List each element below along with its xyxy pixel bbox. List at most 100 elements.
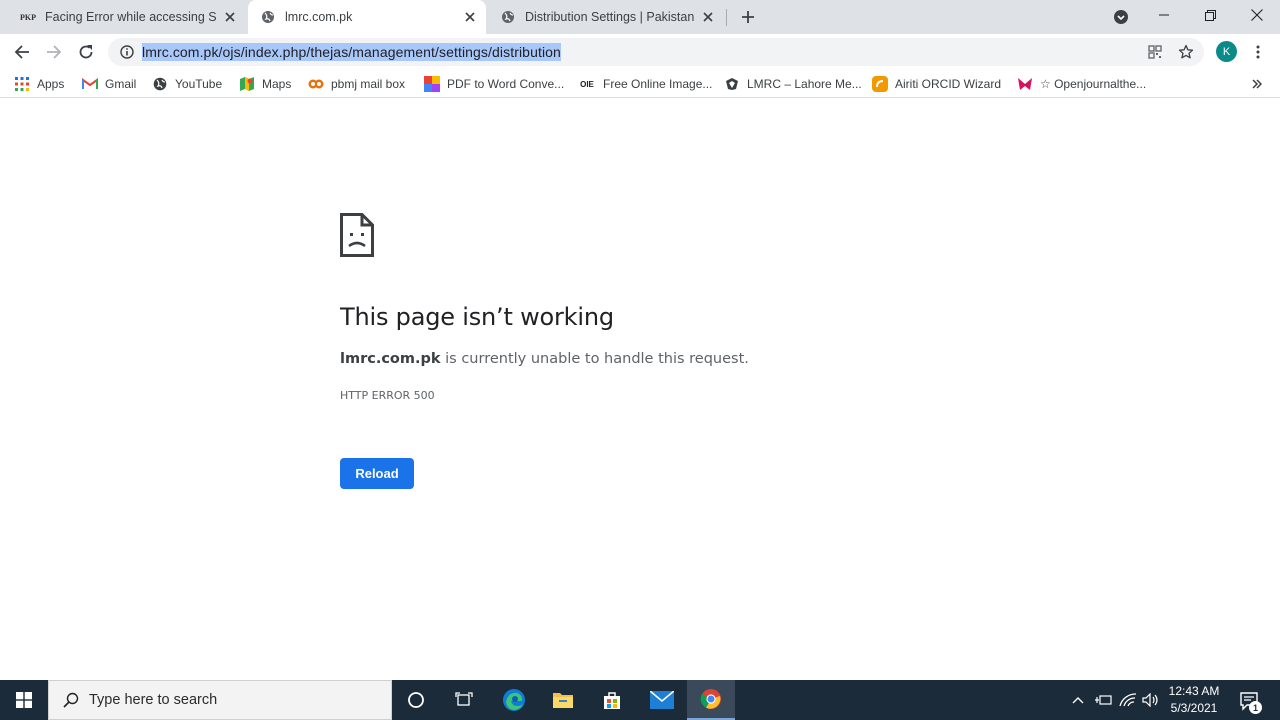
task-view-icon (455, 692, 473, 706)
bookmark-apps[interactable]: Apps (14, 75, 64, 93)
action-center-button[interactable]: 1 (1236, 688, 1262, 714)
search-icon (61, 690, 81, 710)
battery-plug-icon (1095, 695, 1112, 705)
bookmark-openjournal[interactable]: ☆ Openjournalthe... (1017, 75, 1146, 93)
error-code: HTTP ERROR 500 (340, 389, 435, 402)
clock-time: 12:43 AM (1168, 684, 1220, 698)
restore-icon (1204, 9, 1216, 21)
start-button[interactable] (0, 680, 48, 720)
bookmark-lmrc[interactable]: LMRC – Lahore Me... (724, 75, 862, 93)
gmail-icon (82, 76, 98, 92)
taskbar-search-placeholder: Type here to search (89, 692, 218, 708)
taskbar-search-box[interactable]: Type here to search (48, 680, 392, 720)
bookmark-maps[interactable]: Maps (239, 75, 291, 93)
tab-distribution-settings[interactable]: Distribution Settings | Pakistan Bi (488, 0, 724, 34)
globe-icon (260, 9, 276, 25)
url-text[interactable]: lmrc.com.pk/ojs/index.php/thejas/managem… (142, 43, 561, 61)
maps-icon (239, 76, 255, 92)
mail-app-button[interactable] (638, 680, 686, 720)
chrome-app-button[interactable] (687, 680, 735, 720)
browser-menu-button[interactable] (1250, 41, 1266, 63)
globe-icon (500, 9, 516, 25)
windows-logo-icon (16, 692, 32, 708)
arrow-right-icon (47, 45, 62, 59)
bookmark-label: ☆ Openjournalthe... (1040, 77, 1147, 91)
battery-button[interactable] (1092, 680, 1114, 720)
browser-toolbar: lmrc.com.pk/ojs/index.php/thejas/managem… (0, 34, 1280, 70)
bookmark-label: YouTube (175, 77, 223, 91)
bookmark-label: Free Online Image... (603, 77, 713, 91)
bookmark-airiti-orcid[interactable]: Airiti ORCID Wizard (872, 75, 1001, 93)
chevron-down-circle-icon (1114, 10, 1128, 24)
clock-date: 5/3/2021 (1170, 701, 1218, 715)
error-title: This page isn’t working (340, 303, 614, 331)
bookmark-youtube[interactable]: YouTube (152, 75, 222, 93)
close-icon[interactable] (460, 7, 480, 27)
sad-page-icon (340, 213, 374, 257)
back-button[interactable] (8, 38, 36, 66)
bookmark-pdf-to-word[interactable]: PDF to Word Conve... (424, 75, 564, 93)
address-bar[interactable]: lmrc.com.pk/ojs/index.php/thejas/managem… (108, 38, 1204, 66)
forward-button[interactable] (40, 38, 68, 66)
pdf-icon (424, 76, 440, 92)
notification-count-badge: 1 (1249, 701, 1262, 714)
bookmark-label: LMRC – Lahore Me... (747, 77, 862, 91)
task-view-button[interactable] (440, 680, 488, 720)
airiti-icon (872, 76, 888, 92)
pbmj-icon (308, 76, 324, 92)
oie-icon: OIE (580, 79, 594, 89)
bookmark-label: Apps (37, 77, 65, 91)
bookmarks-bar: Apps Gmail YouTube Maps pbmj mail box PD… (0, 70, 1280, 98)
system-clock[interactable]: 12:43 AM 5/3/2021 (1162, 683, 1226, 717)
tab-divider (726, 9, 727, 26)
profile-avatar[interactable]: K (1216, 41, 1237, 62)
close-icon[interactable] (698, 7, 718, 27)
plus-icon (742, 11, 754, 23)
bookmark-label: Gmail (105, 77, 137, 91)
double-chevron-right-icon (1252, 79, 1262, 89)
chrome-icon (700, 689, 721, 709)
edge-app-button[interactable] (490, 680, 538, 720)
close-window-button[interactable] (1234, 0, 1280, 30)
reload-icon (79, 45, 93, 59)
tab-search-button[interactable] (1111, 7, 1131, 27)
new-tab-button[interactable] (737, 6, 759, 28)
ojt-icon (1017, 76, 1033, 92)
star-icon[interactable] (1175, 42, 1197, 62)
cortana-button[interactable] (392, 680, 440, 720)
close-icon[interactable] (220, 7, 240, 27)
info-icon[interactable] (118, 43, 136, 61)
tab-facing-error[interactable]: PKP Facing Error while accessing Setti (0, 0, 246, 34)
volume-button[interactable] (1140, 680, 1162, 720)
restore-button[interactable] (1187, 0, 1233, 30)
file-explorer-button[interactable] (539, 680, 587, 720)
minimize-button[interactable] (1141, 0, 1187, 30)
bookmark-label: pbmj mail box (331, 77, 406, 91)
bookmarks-overflow-button[interactable] (1250, 76, 1264, 92)
bookmark-gmail[interactable]: Gmail (82, 75, 136, 93)
reload-toolbar-button[interactable] (72, 38, 100, 66)
store-bag-icon (604, 692, 620, 709)
bookmark-label: Maps (262, 77, 292, 91)
mail-icon (650, 691, 674, 709)
tab-lmrc[interactable]: lmrc.com.pk (248, 0, 486, 34)
tab-strip: PKP Facing Error while accessing Setti l… (0, 0, 1280, 34)
wifi-button[interactable] (1117, 680, 1139, 720)
tab-title: lmrc.com.pk (285, 10, 353, 24)
bookmark-label: Airiti ORCID Wizard (895, 77, 1002, 91)
tray-overflow-button[interactable] (1068, 680, 1088, 720)
edge-icon (503, 689, 525, 711)
qr-code-icon[interactable] (1144, 42, 1166, 62)
folder-icon (553, 693, 573, 708)
apps-grid-icon (14, 76, 30, 92)
store-app-button[interactable] (588, 680, 636, 720)
bookmark-free-online-image[interactable]: OIE Free Online Image... (578, 75, 712, 93)
error-message-text: is currently unable to handle this reque… (440, 351, 749, 367)
reload-button[interactable]: Reload (340, 458, 414, 489)
cortana-circle-icon (408, 692, 424, 708)
wifi-icon (1119, 693, 1137, 707)
tab-title: Distribution Settings | Pakistan Bi (525, 10, 694, 24)
lmrc-icon (724, 76, 740, 92)
bookmark-label: PDF to Word Conve... (447, 77, 565, 91)
bookmark-pbmj[interactable]: pbmj mail box (308, 75, 405, 93)
